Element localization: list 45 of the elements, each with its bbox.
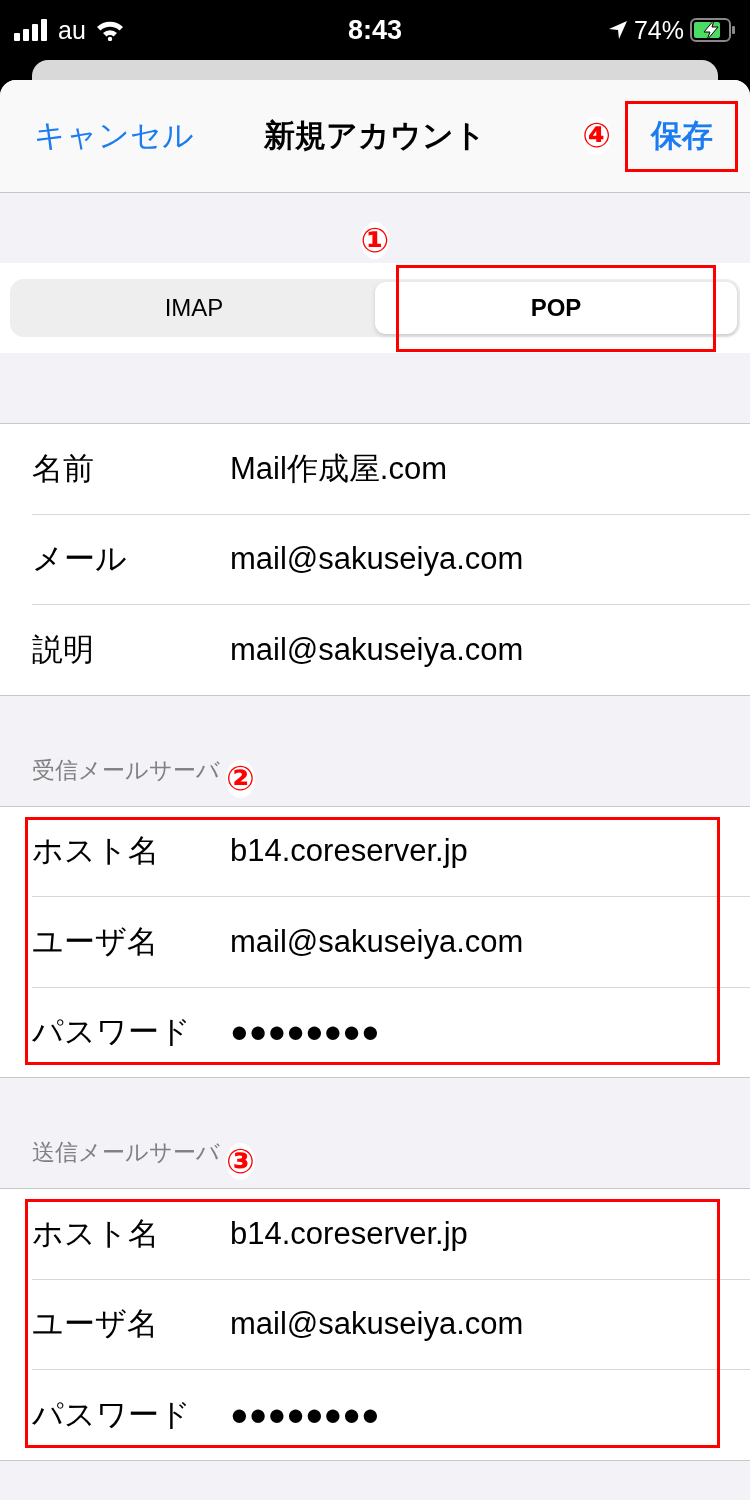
segment-tab[interactable]: POP [375,282,737,334]
save-button[interactable]: 保存 [625,100,738,172]
wifi-icon [95,19,124,41]
battery-percent: 74% [633,15,684,45]
field-value: mail@sakuseiya.com [230,631,524,668]
form-row[interactable]: ユーザ名 mail@sakuseiya.com [32,1279,750,1370]
field-label: メール [32,540,128,579]
field-value: mail@sakuseiya.com [230,541,524,578]
field-label: ホスト名 [32,832,160,871]
field-value: ●●●●●●●● [230,1396,380,1433]
navigation-title: 新規アカウント [264,117,486,155]
form-row[interactable]: メール mail@sakuseiya.com [32,514,750,605]
step-marker: ② [226,760,255,798]
carrier-name: au [58,15,86,45]
battery-charging-icon [690,18,736,42]
form-row[interactable]: ホスト名 b14.coreserver.jp [32,806,750,897]
section-header: 受信メールサーバ [32,755,220,785]
cancel-button[interactable]: キャンセル [34,115,194,157]
form-row[interactable]: パスワード ●●●●●●●● [32,987,750,1077]
form-row[interactable]: ユーザ名 mail@sakuseiya.com [32,897,750,988]
location-arrow-icon [607,20,628,40]
step-marker: ④ [582,117,611,155]
field-value: b14.coreserver.jp [230,1215,468,1252]
step-marker: ③ [226,1142,255,1180]
segment-tab[interactable]: IMAP [13,282,375,334]
step-marker: ① [360,221,390,259]
field-label: ホスト名 [32,1214,160,1253]
form-row[interactable]: ホスト名 b14.coreserver.jp [32,1189,750,1280]
field-label: ユーザ名 [32,922,159,961]
field-value: mail@sakuseiya.com [230,1306,524,1343]
section-header: 送信メールサーバ [32,1138,220,1167]
field-value: b14.coreserver.jp [230,833,468,870]
field-label: 説明 [32,630,95,669]
form-row[interactable]: 名前 Mail作成屋.com [32,424,750,515]
form-row[interactable]: パスワード ●●●●●●●● [32,1370,750,1460]
field-label: 名前 [32,449,95,488]
clock-time: 8:43 [347,14,402,46]
field-value: Mail作成屋.com [230,449,447,488]
field-value: ●●●●●●●● [230,1014,380,1051]
field-label: パスワード [32,1395,192,1434]
field-value: mail@sakuseiya.com [230,923,524,960]
form-row[interactable]: 説明 mail@sakuseiya.com [32,605,750,695]
field-label: ユーザ名 [32,1305,159,1344]
signal-icon [14,19,48,41]
field-label: パスワード [32,1013,192,1052]
